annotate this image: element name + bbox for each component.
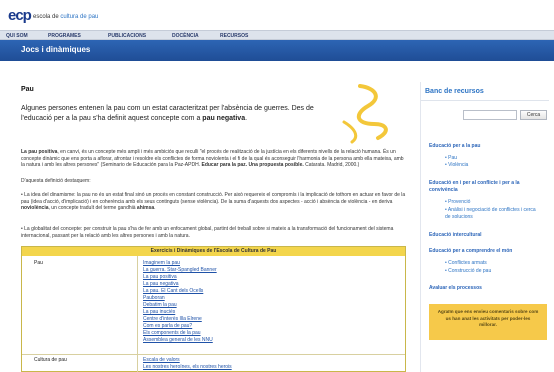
peace-swirl-illustration (342, 84, 388, 144)
feedback-promo-box: Agraïm que ens envieu comentaris sobre c… (429, 304, 547, 340)
positive-peace-paragraph: La pau positiva, en canvi, és un concept… (21, 149, 406, 169)
intro-text: Algunes persones entenen la pau com un e… (21, 105, 314, 122)
page-title-band: Jocs i dinàmiques (0, 40, 554, 61)
category-link[interactable]: Educació en i per al conflicte i per a l… (429, 180, 547, 193)
site-logo[interactable]: ecp (8, 7, 32, 24)
citation-end: Catarata. Madrid, 2000.) (303, 162, 360, 169)
table-row-divider (22, 354, 405, 355)
sidebar-title: Banc de recursos (425, 88, 484, 95)
exercise-link[interactable]: La pau. El Cant dels Ocells (143, 288, 203, 294)
sidebar-divider (421, 100, 549, 101)
exercise-link[interactable]: Escala de valors (143, 357, 180, 363)
globality-paragraph: • La globalitat del concepte: per constr… (21, 226, 394, 239)
nav-item-publicacions[interactable]: PUBLICACIONS (108, 33, 146, 39)
exercise-link[interactable]: Les nostres heroïnes, els nostres herois (143, 364, 232, 370)
dynamism-text: • La idea del dinamisme: la pau no és un… (21, 192, 406, 205)
logo-text-accent: cultura de pau (60, 14, 99, 20)
intro-end: . (245, 115, 248, 122)
nav-item-programes[interactable]: PROGRAMES (48, 33, 81, 39)
site-logo-text[interactable]: escola de cultura de pau (33, 14, 98, 20)
page-title: Jocs i dinàmiques (21, 45, 91, 54)
positive-peace-term: La pau positiva (21, 149, 58, 155)
dynamism-paragraph: • La idea del dinamisme: la pau no és un… (21, 192, 406, 212)
table-row-label-cultura: Cultura de pau (34, 357, 67, 363)
dynamism-mid: , un concepte traduït del terme gandhià (48, 205, 137, 212)
resources-sidebar: Banc de recursos Cerca Educació per a la… (420, 82, 549, 372)
ahimsa-term: ahimsa (136, 205, 155, 212)
exercise-link[interactable]: Imaginem la pau (143, 260, 180, 266)
exercises-table: Exercicis i Dinàmiques de l'Escola de Cu… (21, 246, 406, 372)
exercise-link[interactable]: Centre d'interès Illa Elrene (143, 316, 202, 322)
exercise-link[interactable]: La pau negativa (143, 281, 179, 287)
site-header: ecp escola de cultura de pau (0, 0, 554, 30)
exercise-link[interactable]: La guerra. Star-Spangled Banner (143, 267, 217, 273)
logo-text-prefix: escola de (33, 14, 59, 20)
subcategory-link[interactable]: Violència (445, 162, 468, 169)
dynamism-end: . (154, 205, 156, 212)
category-link[interactable]: Avaluar els processos (429, 285, 547, 292)
subcategory-link[interactable]: Pau (445, 155, 457, 162)
subcategory-link[interactable]: Conflictes armats (445, 260, 487, 267)
exercise-link[interactable]: Els components de la pau (143, 330, 201, 336)
nav-item-recursos[interactable]: RECURSOS (220, 33, 248, 39)
noviolence-term: noviolència (21, 205, 49, 212)
book-title: Educar para la paz. Una propuesta posibl… (201, 162, 304, 169)
main-nav: QUI SOM PROGRAMES PUBLICACIONS DOCÈNCIA … (0, 30, 554, 40)
search-button[interactable]: Cerca (520, 110, 547, 120)
subcategory-link[interactable]: Anàlisi i negociació de conflictes i cer… (445, 207, 540, 220)
exercise-link[interactable]: La pau inuciés (143, 309, 175, 315)
exercise-link[interactable]: Pauboran (143, 295, 165, 301)
section-heading: Pau (21, 86, 34, 93)
category-link[interactable]: Educació intercultural (429, 232, 547, 239)
exercise-link[interactable]: Com es parla de pau? (143, 323, 192, 329)
table-row-label-pau: Pau (34, 260, 43, 266)
category-link[interactable]: Educació per a la pau (429, 143, 547, 150)
search-input[interactable] (463, 110, 517, 120)
exercise-link[interactable]: Debatim la pau (143, 302, 177, 308)
exercise-link[interactable]: Assemblea general de les NNU (143, 337, 213, 343)
exercise-link[interactable]: La pau positiva (143, 274, 177, 280)
definition-intro: D'aquesta definició destaquem: (21, 178, 91, 184)
subcategory-link[interactable]: Provenció (445, 199, 470, 206)
nav-item-qui-som[interactable]: QUI SOM (6, 33, 28, 39)
nav-item-docencia[interactable]: DOCÈNCIA (172, 33, 199, 39)
subcategory-link[interactable]: Construcció de pau (445, 268, 491, 275)
category-link[interactable]: Educació per a comprendre el món (429, 248, 547, 255)
table-header: Exercicis i Dinàmiques de l'Escola de Cu… (22, 247, 405, 256)
intro-paragraph: Algunes persones entenen la pau com un e… (21, 104, 326, 124)
intro-bold: pau negativa (202, 115, 246, 122)
